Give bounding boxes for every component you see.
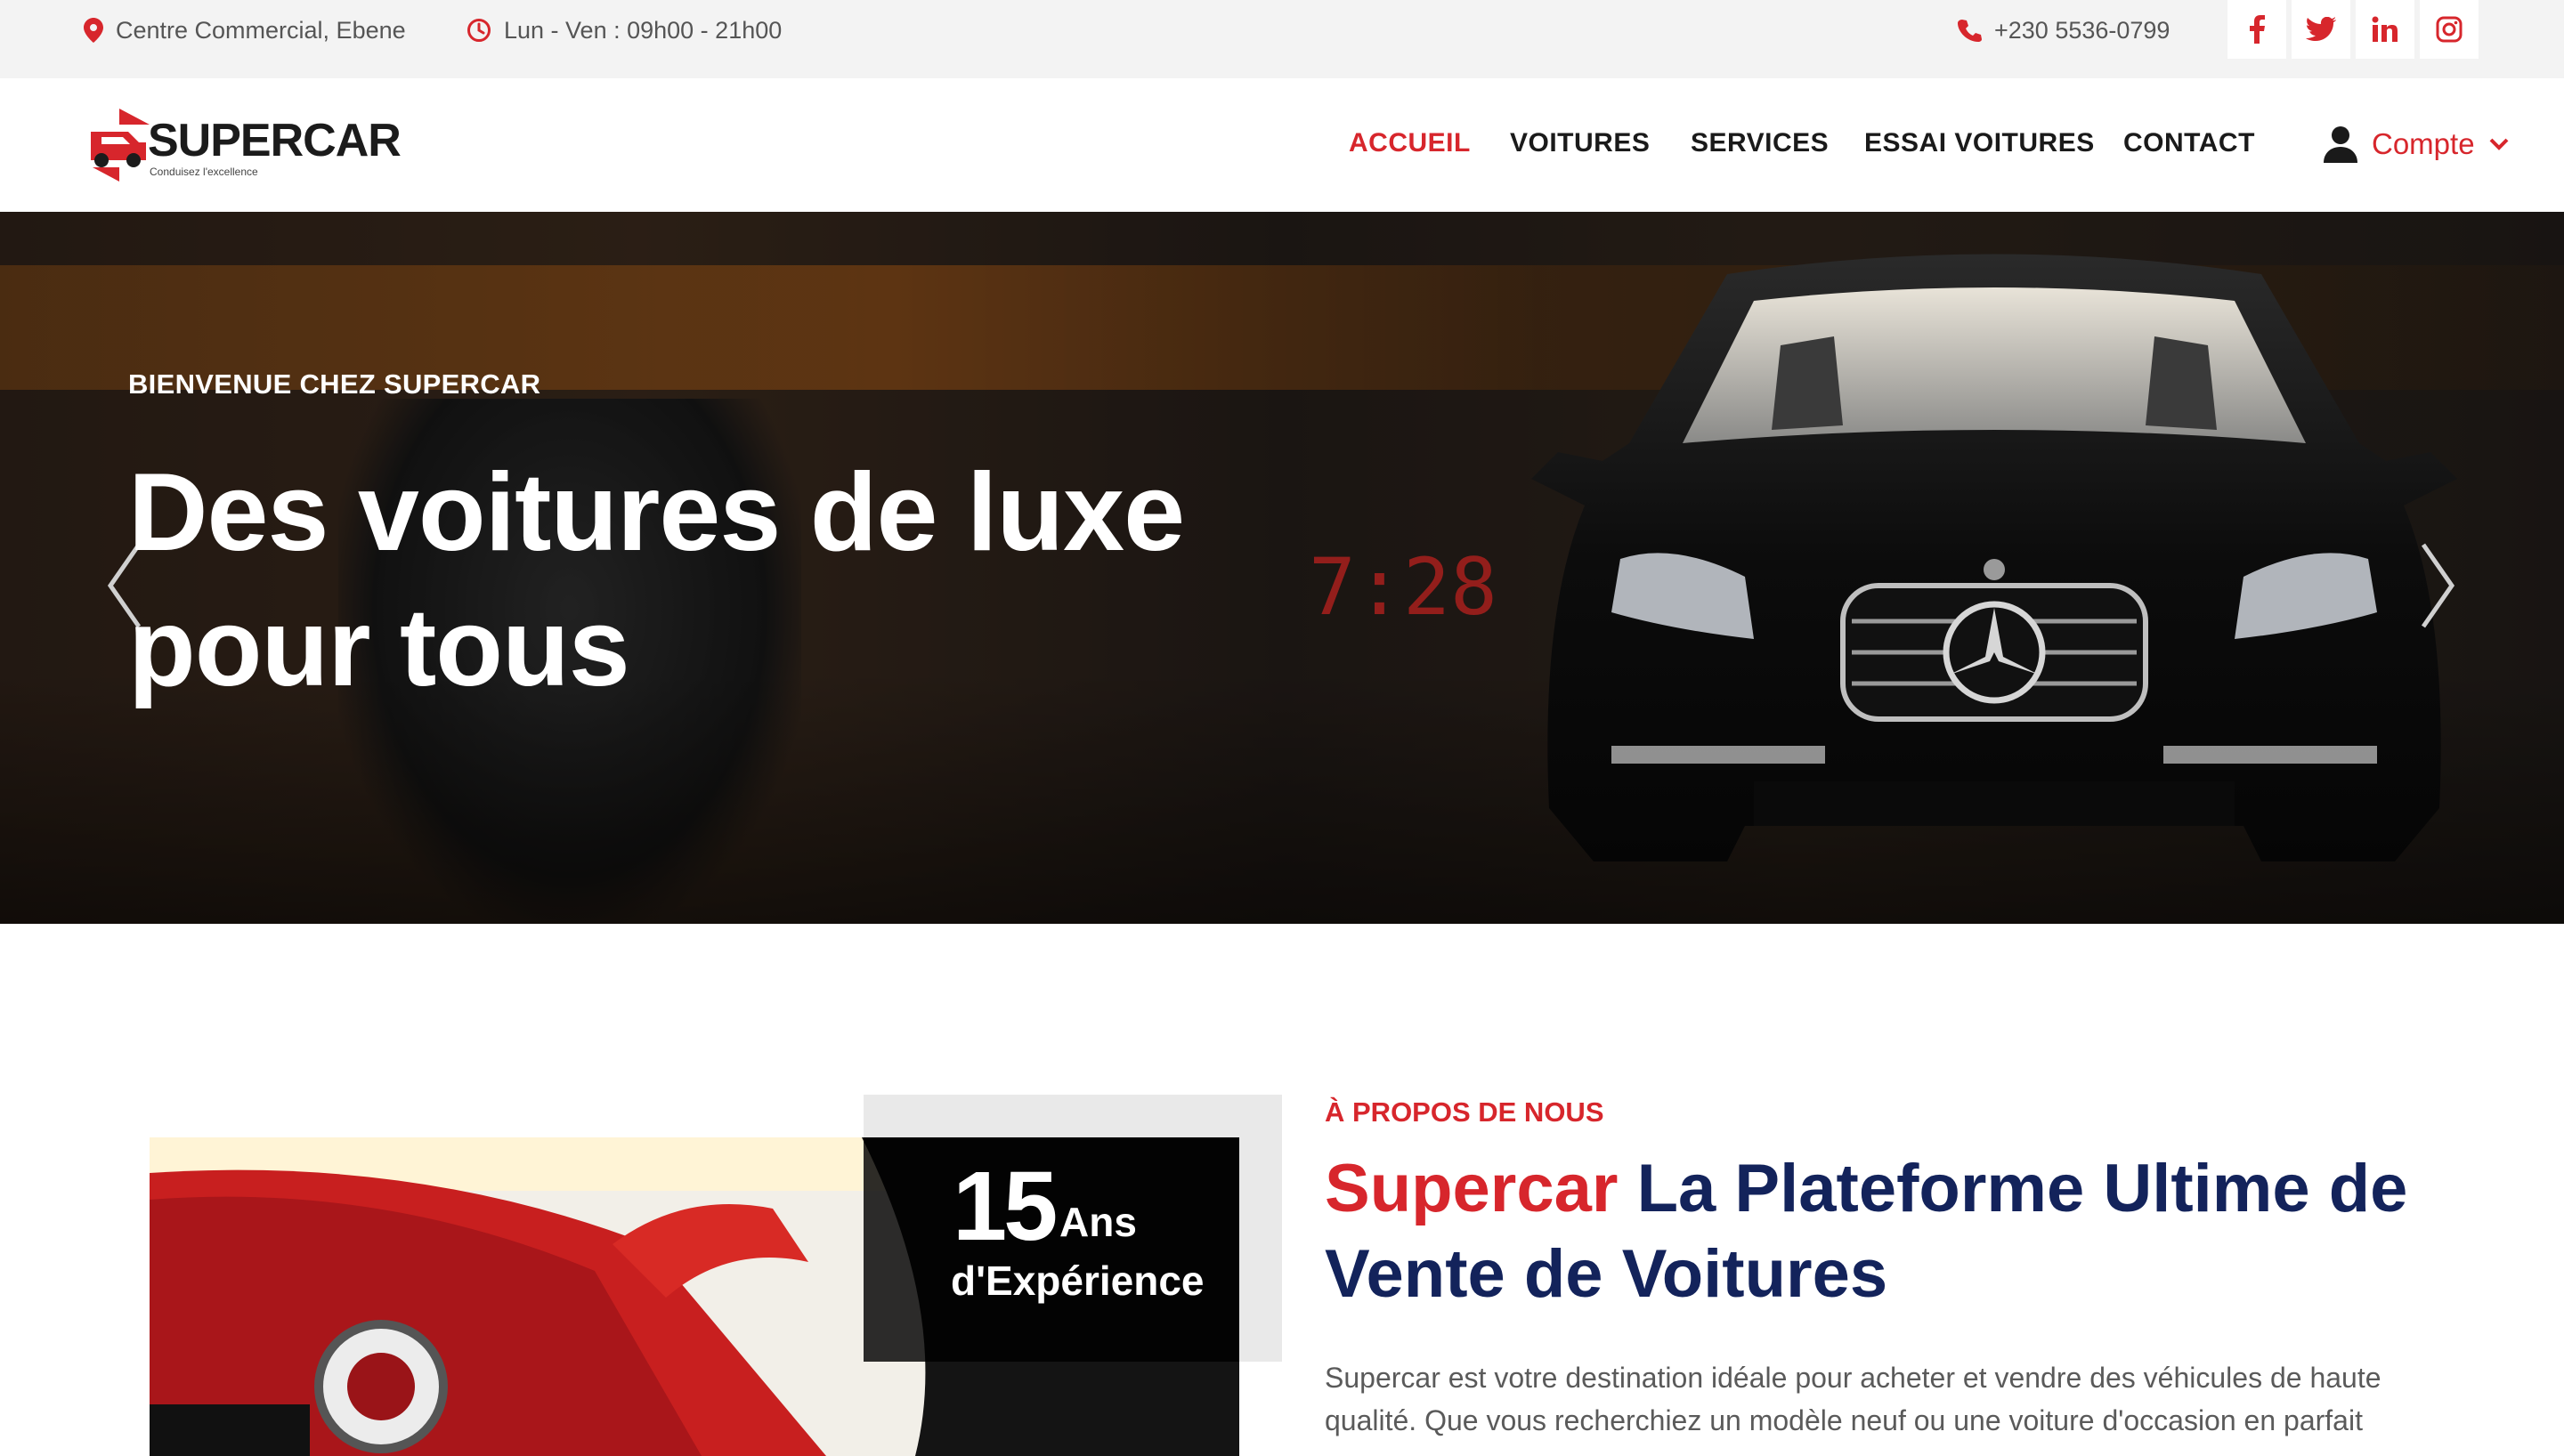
- nav-accueil[interactable]: ACCUEIL: [1349, 128, 1471, 158]
- top-info-bar: Centre Commercial, Ebene Lun - Ven : 09h…: [0, 0, 2564, 78]
- nav-services[interactable]: SERVICES: [1691, 128, 1829, 158]
- account-dropdown[interactable]: Compte: [2324, 125, 2509, 164]
- about-title-brand: Supercar: [1325, 1151, 1619, 1226]
- user-icon: [2324, 126, 2357, 163]
- experience-label: d'Expérience: [951, 1258, 1205, 1304]
- nav-contact[interactable]: CONTACT: [2123, 128, 2255, 158]
- hero-car-image: [1531, 254, 2457, 861]
- hours-text: Lun - Ven : 09h00 - 21h00: [504, 16, 783, 44]
- twitter-button[interactable]: [2292, 0, 2350, 59]
- instagram-icon: [2436, 16, 2463, 43]
- about-title: Supercar La Plateforme Ultime de Vente d…: [1325, 1146, 2464, 1317]
- experience-badge: 15 Ans d'Expérience: [864, 1137, 1239, 1362]
- experience-number: 15: [953, 1152, 1058, 1261]
- nav-essai-voitures[interactable]: ESSAI VOITURES: [1864, 128, 2095, 158]
- linkedin-button[interactable]: [2356, 0, 2414, 59]
- phone-info[interactable]: +230 5536-0799: [1957, 0, 2170, 61]
- phone-icon: [1958, 20, 1982, 42]
- logo-text: SUPERCAR: [148, 115, 402, 166]
- location-info: Centre Commercial, Ebene: [84, 0, 406, 61]
- twitter-icon: [2306, 17, 2336, 41]
- facebook-icon: [2250, 15, 2265, 44]
- main-navbar: SUPERCAR Conduisez l'excellence ACCUEIL …: [0, 78, 2564, 212]
- clock-icon: [467, 19, 491, 42]
- map-pin-icon: [84, 18, 103, 43]
- account-label: Compte: [2372, 127, 2475, 160]
- phone-text: +230 5536-0799: [1994, 16, 2170, 44]
- hero-carousel: 7:28 BIENVENUE CHEZ SUPERCAR Des voiture…: [0, 212, 2564, 924]
- hero-subtitle: BIENVENUE CHEZ SUPERCAR: [128, 368, 541, 400]
- carousel-next-arrow-icon[interactable]: [2420, 541, 2455, 630]
- hours-info: Lun - Ven : 09h00 - 21h00: [467, 0, 782, 61]
- about-description: Supercar est votre destination idéale po…: [1325, 1362, 2381, 1436]
- linkedin-icon: [2372, 16, 2398, 42]
- about-kicker: À PROPOS DE NOUS: [1325, 1096, 1604, 1128]
- experience-unit: Ans: [1059, 1199, 1137, 1245]
- logo-tagline: Conduisez l'excellence: [150, 166, 258, 178]
- logo-car-icon: [91, 109, 150, 182]
- site-logo[interactable]: SUPERCAR Conduisez l'excellence: [84, 105, 402, 185]
- chevron-down-icon: [2489, 138, 2508, 150]
- location-text: Centre Commercial, Ebene: [116, 16, 406, 44]
- facebook-button[interactable]: [2227, 0, 2286, 59]
- instagram-button[interactable]: [2420, 0, 2479, 59]
- nav-voitures[interactable]: VOITURES: [1510, 128, 1650, 158]
- hero-title: Des voitures de luxe pour tous: [128, 451, 1185, 709]
